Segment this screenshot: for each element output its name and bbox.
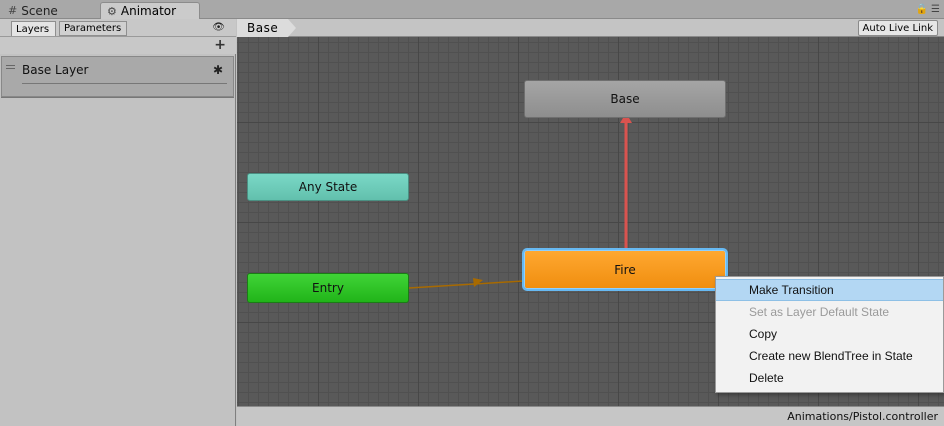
lock-icon[interactable]: 🔒 <box>916 4 928 15</box>
tab-scene[interactable]: # Scene <box>2 2 98 19</box>
state-fire[interactable]: Fire <box>524 250 726 289</box>
editor-tab-bar: # Scene ⚙ Animator 🔒 ☰ <box>0 0 944 19</box>
auto-live-link-button[interactable]: Auto Live Link <box>857 20 938 36</box>
state-entry[interactable]: Entry <box>247 273 409 303</box>
tab-layers[interactable]: Layers <box>11 21 56 36</box>
unity-animator-window: # Scene ⚙ Animator 🔒 ☰ Layers Parameters… <box>0 0 944 426</box>
breadcrumb: Base Auto Live Link <box>237 19 944 37</box>
add-layer-row: + <box>0 37 236 54</box>
grid-icon: # <box>8 4 18 17</box>
menu-item-delete[interactable]: Delete <box>716 367 943 389</box>
layer-item-base[interactable]: Base Layer ✱ <box>1 56 234 97</box>
state-any-state[interactable]: Any State <box>247 173 409 201</box>
menu-item-copy[interactable]: Copy <box>716 323 943 345</box>
add-layer-icon[interactable]: + <box>214 37 226 54</box>
tab-parameters[interactable]: Parameters <box>59 21 127 36</box>
layer-weight-line <box>22 83 227 84</box>
drag-handle-icon[interactable] <box>6 65 15 69</box>
layer-name: Base Layer <box>22 63 89 77</box>
menu-icon[interactable]: ☰ <box>931 4 940 15</box>
animator-icon: ⚙ <box>107 4 117 18</box>
tab-animator-label: Animator <box>120 4 177 18</box>
state-base[interactable]: Base <box>524 80 726 118</box>
window-controls: 🔒 ☰ <box>916 4 940 15</box>
tab-animator[interactable]: ⚙ Animator <box>100 2 200 19</box>
breadcrumb-base[interactable]: Base <box>237 19 297 37</box>
menu-item-create-blendtree[interactable]: Create new BlendTree in State <box>716 345 943 367</box>
status-bar: Animations/Pistol.controller <box>237 406 944 426</box>
menu-item-make-transition[interactable]: Make Transition <box>716 279 943 301</box>
controller-path: Animations/Pistol.controller <box>787 410 938 423</box>
eye-icon[interactable]: 👁 <box>212 22 225 33</box>
layers-panel: Layers Parameters 👁 + Base Layer ✱ <box>0 19 236 426</box>
transition-entry-arrow-icon <box>473 278 483 287</box>
panel-tabs: Layers Parameters 👁 <box>0 19 236 37</box>
transition-entry-to-fire <box>408 280 525 289</box>
context-menu: Make Transition Set as Layer Default Sta… <box>715 276 944 393</box>
gear-icon[interactable]: ✱ <box>213 63 223 77</box>
tab-scene-label: Scene <box>21 3 58 18</box>
menu-item-set-default-state: Set as Layer Default State <box>749 305 890 319</box>
